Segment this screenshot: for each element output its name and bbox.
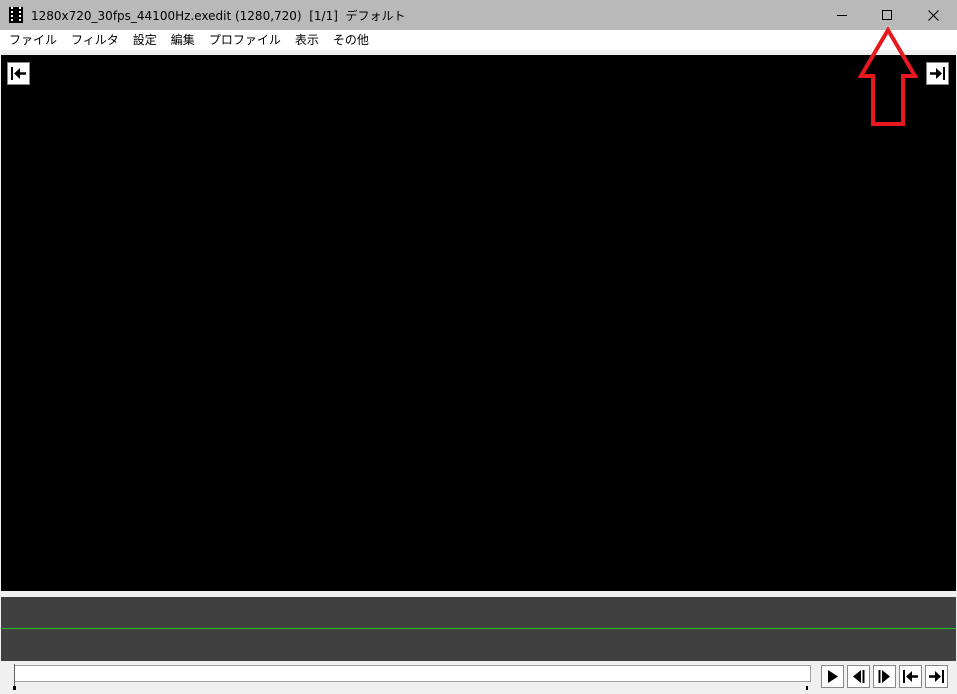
menu-profile[interactable]: プロファイル bbox=[202, 30, 288, 50]
menu-view[interactable]: 表示 bbox=[288, 30, 326, 50]
jump-to-start-icon bbox=[11, 67, 26, 80]
timeline-level-line bbox=[1, 628, 956, 629]
maximize-icon bbox=[882, 10, 892, 20]
window-title: 1280x720_30fps_44100Hz.exedit (1280,720)… bbox=[31, 9, 406, 23]
menu-file[interactable]: ファイル bbox=[2, 30, 64, 50]
go-end-icon bbox=[929, 670, 944, 683]
menu-settings[interactable]: 設定 bbox=[126, 30, 164, 50]
seek-bar[interactable] bbox=[14, 665, 811, 682]
video-preview bbox=[1, 55, 956, 591]
next-frame-button[interactable] bbox=[873, 665, 896, 688]
prev-frame-button[interactable] bbox=[847, 665, 870, 688]
next-frame-icon bbox=[878, 670, 890, 683]
minimize-icon bbox=[837, 14, 847, 16]
timeline-track[interactable] bbox=[1, 597, 956, 661]
jump-to-start-button[interactable] bbox=[7, 62, 30, 85]
go-start-icon bbox=[903, 670, 918, 683]
jump-to-end-icon bbox=[930, 67, 945, 80]
close-icon bbox=[927, 9, 939, 21]
close-button[interactable] bbox=[910, 0, 956, 30]
menu-other[interactable]: その他 bbox=[326, 30, 376, 50]
film-strip-icon bbox=[9, 7, 23, 23]
play-button[interactable] bbox=[821, 665, 844, 688]
minimize-button[interactable] bbox=[819, 0, 865, 30]
annotation-arrow-icon bbox=[858, 27, 918, 126]
seek-start-marker bbox=[13, 686, 16, 690]
jump-to-end-button[interactable] bbox=[926, 62, 949, 85]
menu-edit[interactable]: 編集 bbox=[164, 30, 202, 50]
title-bar: 1280x720_30fps_44100Hz.exedit (1280,720)… bbox=[0, 0, 957, 30]
maximize-button[interactable] bbox=[864, 0, 910, 30]
prev-frame-icon bbox=[853, 670, 865, 683]
seek-end-marker bbox=[806, 686, 808, 690]
go-start-button[interactable] bbox=[899, 665, 922, 688]
go-end-button[interactable] bbox=[925, 665, 948, 688]
menu-filter[interactable]: フィルタ bbox=[64, 30, 126, 50]
menu-bar: ファイル フィルタ 設定 編集 プロファイル 表示 その他 bbox=[0, 30, 957, 50]
play-icon bbox=[828, 670, 838, 683]
